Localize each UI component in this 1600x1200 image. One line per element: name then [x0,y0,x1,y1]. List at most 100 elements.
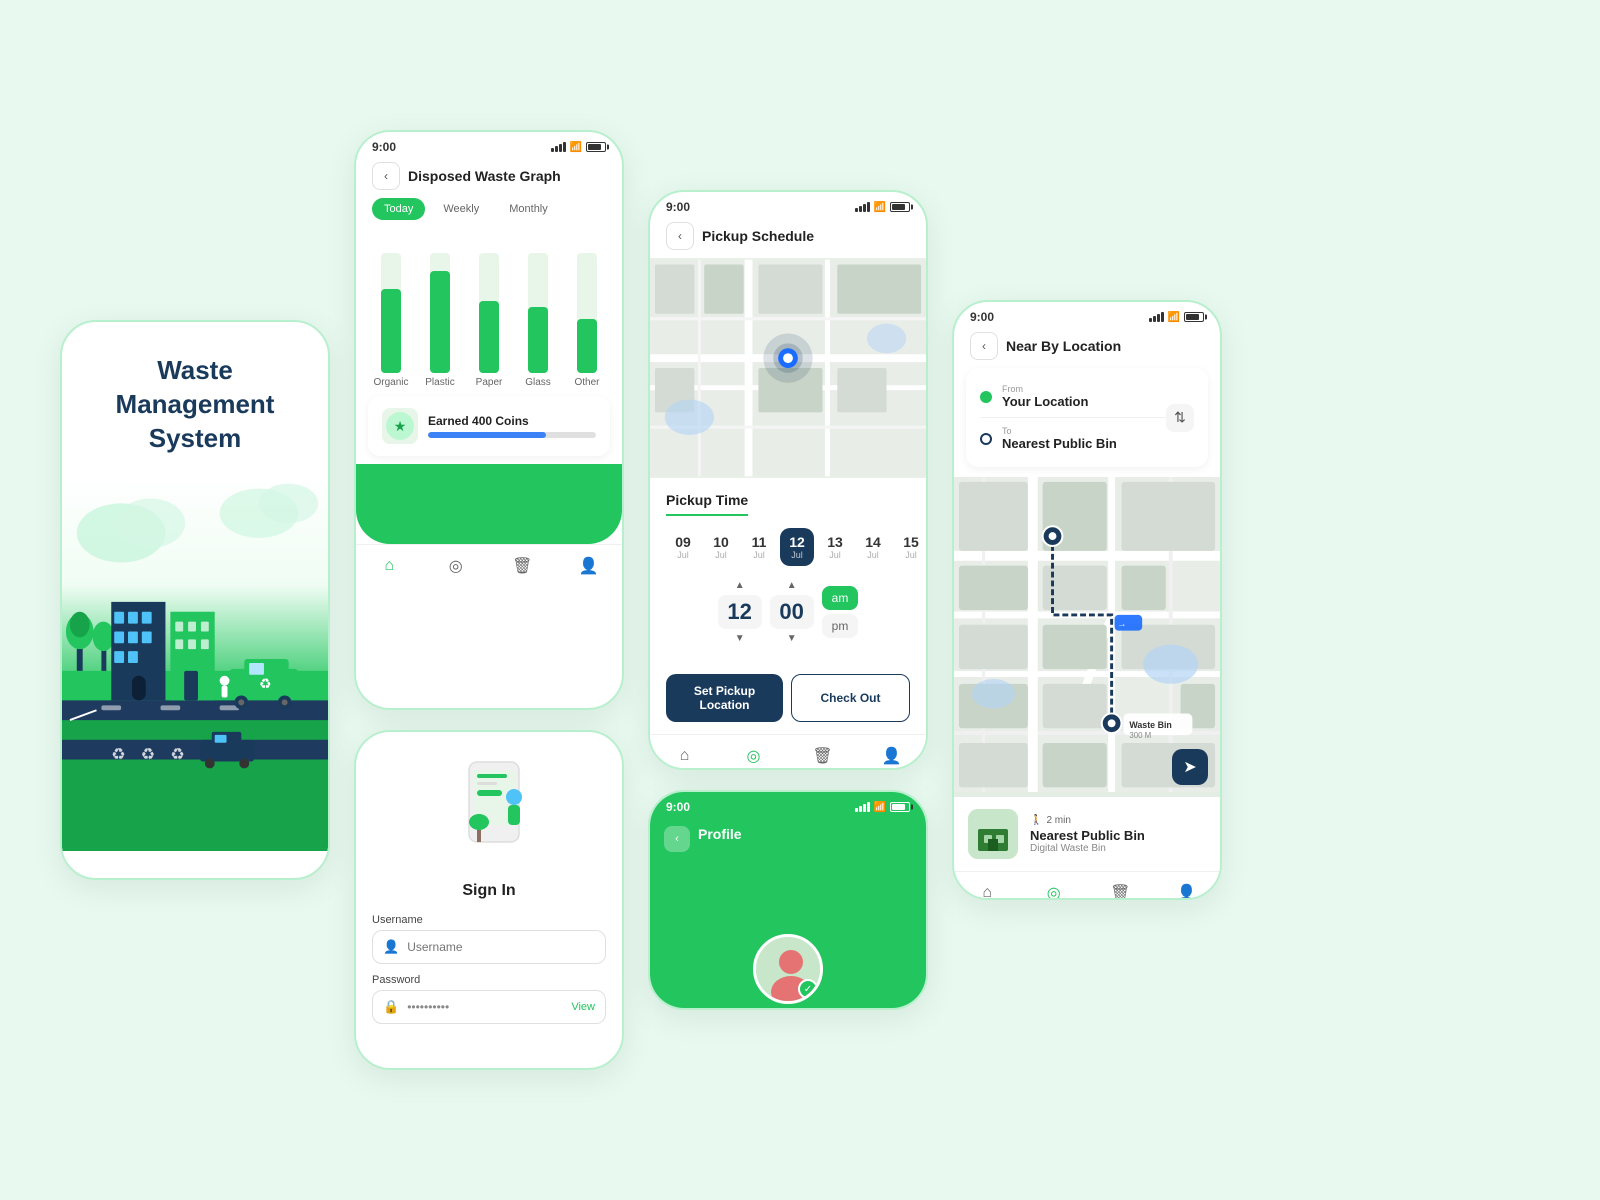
bar-label-plastic: Plastic [425,377,454,388]
tab-today[interactable]: Today [372,198,425,220]
signal-icon [855,802,870,812]
route-map: → Waste Bin 300 M ➤ [954,477,1220,797]
status-icons: 📶 [1149,312,1204,323]
date-15[interactable]: 15Jul [894,528,928,566]
nav-location-icon[interactable]: ◎ [1043,882,1065,900]
pickup-action-buttons: Set Pickup Location Check Out [650,674,926,734]
back-button[interactable]: ‹ [970,332,998,360]
nav-home-icon[interactable]: ⌂ [976,882,998,900]
back-button[interactable]: ‹ [664,826,690,852]
pm-button[interactable]: pm [822,614,859,638]
status-bar: 9:00 📶 [650,192,926,214]
verified-badge: ✓ [798,979,818,999]
splash-illustration: ♻ ♻ ♻ ♻ [62,471,328,851]
minute-up-arrow[interactable]: ▲ [785,578,799,593]
signal-icon [551,142,566,152]
status-icons: 📶 [855,202,910,213]
am-button[interactable]: am [822,586,859,610]
check-out-button[interactable]: Check Out [791,674,910,722]
navigate-button[interactable]: ➤ [1172,749,1208,785]
password-input[interactable] [407,1000,563,1014]
minute-down-arrow[interactable]: ▼ [785,631,799,646]
location-bottom-card: 🚶 2 min Nearest Public Bin Digital Waste… [954,797,1220,871]
date-10[interactable]: 10Jul [704,528,738,566]
nav-trash-icon[interactable]: 🗑 [1109,882,1131,900]
pickup-time-card: Pickup Time 09Jul 10Jul 11Jul 12Jul 13Ju… [650,478,926,674]
user-icon: 👤 [383,939,399,955]
wifi-icon: 📶 [570,142,582,153]
username-input[interactable] [407,940,595,954]
svg-text:♻: ♻ [141,747,155,764]
bar-organic: Organic [372,253,410,388]
status-time: 9:00 [372,140,396,154]
coins-icon: ★ [382,408,418,444]
route-card: From Your Location To Nearest Public Bin… [966,368,1208,467]
svg-text:♻: ♻ [111,747,125,764]
svg-text:→: → [1118,619,1127,629]
status-icons: 📶 [855,802,910,813]
hour-up-arrow[interactable]: ▲ [733,578,747,593]
screen-header: ‹ Disposed Waste Graph [356,154,622,198]
status-bar: 9:00 📶 [356,132,622,154]
screen-title: Disposed Waste Graph [408,168,561,184]
screen-header: ‹ Pickup Schedule [650,214,926,258]
nav-profile-icon[interactable]: 👤 [881,745,903,767]
status-time: 9:00 [666,200,690,214]
back-button[interactable]: ‹ [666,222,694,250]
from-name: Your Location [1002,394,1166,409]
status-bar: 9:00 📶 [650,792,926,814]
profile-screen: 9:00 📶 ‹ Profile [648,790,928,1010]
hour-value: 12 [718,595,762,629]
wifi-icon: 📶 [874,202,886,213]
set-pickup-location-button[interactable]: Set Pickup Location [666,674,783,722]
signin-form: Username 👤 Password 🔒 View [356,914,622,1024]
green-bottom [356,464,622,544]
svg-text:Waste Bin: Waste Bin [1129,720,1172,730]
view-password-button[interactable]: View [571,1001,595,1013]
password-field[interactable]: 🔒 View [372,990,606,1024]
nav-profile-icon[interactable]: 👤 [578,555,600,577]
svg-text:★: ★ [394,418,407,434]
time-picker: ▲ 12 ▼ ▲ 00 ▼ am pm [666,578,910,646]
hour-down-arrow[interactable]: ▼ [733,631,747,646]
date-09[interactable]: 09Jul [666,528,700,566]
location-details: 🚶 2 min Nearest Public Bin Digital Waste… [1030,815,1206,854]
pickup-schedule-screen: 9:00 📶 ‹ Pickup Schedule [648,190,928,770]
swap-route-button[interactable]: ⇅ [1166,404,1194,432]
coins-text: Earned 400 Coins [428,414,596,428]
battery-icon [586,142,606,152]
nav-home-icon[interactable]: ⌂ [674,745,696,767]
compass-button-area: ➤ [1172,749,1208,785]
tab-monthly[interactable]: Monthly [497,198,560,220]
bar-plastic: Plastic [421,253,459,388]
date-row: 09Jul 10Jul 11Jul 12Jul 13Jul 14Jul 15Ju… [666,528,910,566]
date-12-selected[interactable]: 12Jul [780,528,814,566]
bar-chart: Organic Plastic Paper [356,228,622,388]
walk-icon: 🚶 [1030,815,1042,826]
screen-header: ‹ Near By Location [954,324,1220,368]
to-label: To [1002,426,1166,436]
nav-location-icon[interactable]: ◎ [445,555,467,577]
nav-trash-icon[interactable]: 🗑 [511,555,533,577]
route-from-row: From Your Location [980,380,1166,413]
status-icons: 📶 [551,142,606,153]
nav-home-icon[interactable]: ⌂ [378,555,400,577]
battery-icon [890,802,910,812]
to-name: Nearest Public Bin [1002,436,1166,451]
back-button[interactable]: ‹ [372,162,400,190]
svg-text:300 M: 300 M [1129,731,1151,740]
svg-text:♻: ♻ [170,747,184,764]
date-13[interactable]: 13Jul [818,528,852,566]
username-field[interactable]: 👤 [372,930,606,964]
bar-label-paper: Paper [476,377,503,388]
status-time: 9:00 [666,800,690,814]
nav-trash-icon[interactable]: 🗑 [812,745,834,767]
bar-label-organic: Organic [373,377,408,388]
nav-location-icon[interactable]: ◎ [743,745,765,767]
coins-info: Earned 400 Coins [428,414,596,438]
minute-spinner: ▲ 00 ▼ [770,578,814,646]
date-11[interactable]: 11Jul [742,528,776,566]
date-14[interactable]: 14Jul [856,528,890,566]
tab-weekly[interactable]: Weekly [431,198,491,220]
nav-profile-icon[interactable]: 👤 [1176,882,1198,900]
